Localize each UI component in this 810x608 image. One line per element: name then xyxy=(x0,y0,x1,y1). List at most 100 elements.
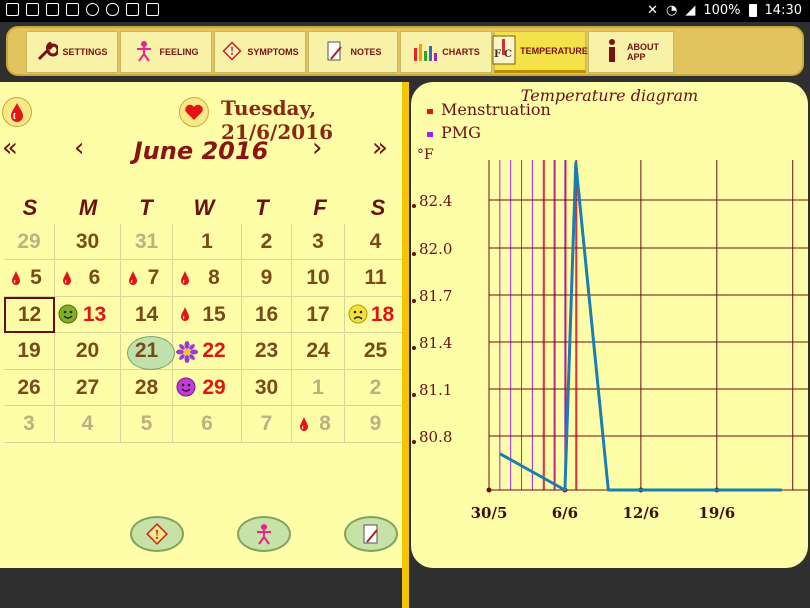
y-tick-label: 82.4 xyxy=(419,192,452,210)
calendar-day-cell[interactable]: 17 xyxy=(292,297,345,333)
calendar-day-cell[interactable]: 31 xyxy=(121,224,173,260)
weekday-label: S xyxy=(370,195,386,220)
toolbar-button-charts[interactable]: CHARTS xyxy=(400,31,492,73)
calendar-panel: Tuesday, 21/6/2016 « ‹ June 2016 › » SMT… xyxy=(0,82,407,568)
drop-icon xyxy=(180,306,190,327)
calendar-day-cell[interactable]: 9 xyxy=(345,406,407,443)
next-year-button[interactable]: » xyxy=(372,133,388,163)
day-number: 15 xyxy=(202,302,226,326)
sad-face-icon xyxy=(348,304,368,329)
calendar-day-cell[interactable]: 29 xyxy=(4,224,55,260)
toolbar-button-about-app[interactable]: ABOUT APP xyxy=(588,31,674,73)
calendar-day-cell[interactable]: 13 xyxy=(55,297,121,333)
drop-icon xyxy=(62,270,72,291)
calendar-day-cell[interactable]: 28 xyxy=(121,370,173,406)
day-number: 9 xyxy=(260,266,273,289)
calendar-day-cell[interactable]: 25 xyxy=(345,333,407,370)
calendar-day-cell[interactable]: 10 xyxy=(292,260,345,297)
calendar-day-cell[interactable]: 29 xyxy=(173,370,242,406)
calendar-day-cell[interactable]: 4 xyxy=(345,224,407,260)
calendar-day-cell[interactable]: 14 xyxy=(121,297,173,333)
app-icon xyxy=(126,3,139,16)
bottom-bar-left xyxy=(0,568,402,608)
calendar-day-cell[interactable]: 22 xyxy=(173,333,242,370)
wrench-icon xyxy=(36,40,60,64)
calendar-day-cell[interactable]: 23 xyxy=(242,333,292,370)
calendar-day-cell[interactable]: 2 xyxy=(345,370,407,406)
calendar-day-cell[interactable]: 26 xyxy=(4,370,55,406)
calendar-day-cell[interactable]: 11 xyxy=(345,260,407,297)
toolbar-button-temperature[interactable]: F C TEMPERATURE xyxy=(492,31,588,73)
calendar-day-cell[interactable]: 21 xyxy=(121,333,175,370)
calendar-day-cell[interactable]: 1 xyxy=(173,224,242,260)
calendar-day-cell[interactable]: 3 xyxy=(292,224,345,260)
battery-icon xyxy=(748,4,757,17)
day-number: 31 xyxy=(134,229,159,253)
toolbar-panel: SETTINGS FEELING! SYMPTOMS NOTES CHARTS F C TEM… xyxy=(6,26,804,76)
toolbar-button-label: ABOUT APP xyxy=(627,42,659,62)
weekday-label: T xyxy=(139,195,153,220)
calendar-day-cell[interactable]: 2 xyxy=(242,224,292,260)
x-tick-label: 30/5 xyxy=(471,504,508,522)
day-number: 5 xyxy=(140,412,153,435)
day-number: 21 xyxy=(134,339,159,362)
warning-icon: ! xyxy=(146,523,168,545)
symptoms-shortcut-button[interactable]: ! xyxy=(130,516,184,552)
calendar-day-cell[interactable]: 4 xyxy=(55,406,121,443)
calendar-day-cell[interactable]: 20 xyxy=(55,333,121,370)
calendar-day-cell[interactable]: 1 xyxy=(292,370,345,406)
day-number: 1 xyxy=(201,229,213,253)
toolbar-button-symptoms[interactable]: ! SYMPTOMS xyxy=(214,31,306,73)
day-number: 10 xyxy=(306,266,330,289)
calendar-day-cell[interactable]: 8 xyxy=(292,406,345,443)
calendar-day-cell[interactable]: 24 xyxy=(292,333,345,370)
drop-icon xyxy=(11,103,23,122)
calendar-day-cell[interactable]: 27 xyxy=(55,370,121,406)
menstruation-drop-button[interactable] xyxy=(2,97,32,127)
calendar-day-cell[interactable]: 3 xyxy=(4,406,55,443)
day-number: 2 xyxy=(369,375,382,399)
day-number: 25 xyxy=(363,339,388,362)
calendar-day-cell[interactable]: 30 xyxy=(242,370,292,406)
main-toolbar: SETTINGS FEELING! SYMPTOMS NOTES CHARTS F C TEM… xyxy=(0,22,810,82)
feeling-shortcut-button[interactable] xyxy=(237,516,291,552)
calendar-day-cell[interactable]: 8 xyxy=(173,260,242,297)
temperature-chart-card: Temperature diagram Menstruation PMG °F … xyxy=(411,82,808,568)
svg-text:C: C xyxy=(504,49,512,60)
wifi-icon: ◔ xyxy=(666,3,678,18)
day-number: 13 xyxy=(82,302,107,326)
y-tick-dot xyxy=(412,440,416,444)
sync-icon xyxy=(86,3,99,16)
day-number: 6 xyxy=(201,412,213,435)
calendar-day-cell[interactable]: 18 xyxy=(345,297,407,333)
day-number: 30 xyxy=(75,229,100,253)
calendar-day-cell[interactable]: 5 xyxy=(4,260,55,297)
toolbar-button-settings[interactable]: SETTINGS xyxy=(26,31,118,73)
battery-text: 100% xyxy=(703,3,741,18)
calendar-day-cell[interactable]: 5 xyxy=(121,406,173,443)
calendar-day-cell[interactable]: 7 xyxy=(121,260,173,297)
gallery-icon xyxy=(66,3,79,16)
calendar-day-cell[interactable]: 30 xyxy=(55,224,121,260)
system-status: ✕ ◔ ◢ 100% 14:30 xyxy=(647,3,802,18)
calendar-day-cell[interactable]: 12 xyxy=(4,297,55,333)
toolbar-button-feeling[interactable]: FEELING xyxy=(120,31,212,73)
calendar-day-cell[interactable]: 16 xyxy=(242,297,292,333)
notes-shortcut-button[interactable] xyxy=(344,516,398,552)
day-number: 18 xyxy=(370,302,395,326)
panel-divider xyxy=(402,82,409,608)
calendar-day-cell[interactable]: 7 xyxy=(242,406,292,443)
calendar-day-cell[interactable]: 15 xyxy=(173,297,242,333)
calendar-day-cell[interactable]: 19 xyxy=(4,333,55,370)
calendar-day-cell[interactable]: 6 xyxy=(173,406,242,443)
day-number: 3 xyxy=(312,229,324,253)
calendar-grid: 29 30 31 1 2 3 4 5 6 7 8 9 10 11 12 13 14 15 16 17 18 19 20 21 2… xyxy=(4,224,407,443)
toolbar-button-notes[interactable]: NOTES xyxy=(308,31,398,73)
next-month-button[interactable]: › xyxy=(312,133,322,163)
calendar-day-cell[interactable]: 6 xyxy=(55,260,121,297)
heart-button[interactable] xyxy=(179,97,209,127)
signal-icon: ◢ xyxy=(685,3,696,18)
toolbar-button-label: CHARTS xyxy=(442,47,480,57)
day-number: 8 xyxy=(319,412,331,435)
calendar-day-cell[interactable]: 9 xyxy=(242,260,292,297)
